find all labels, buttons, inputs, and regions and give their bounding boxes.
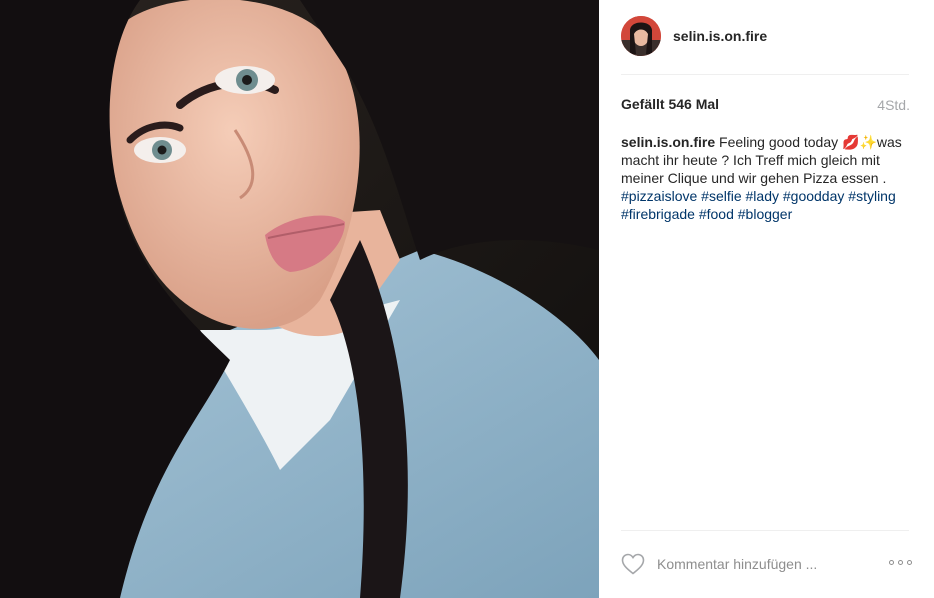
post-footer — [621, 548, 913, 580]
post-photo[interactable] — [0, 0, 599, 598]
hashtag-link[interactable]: #goodday — [783, 188, 845, 204]
hashtag-link[interactable]: #styling — [848, 188, 895, 204]
hashtag-link[interactable]: #pizzaislove — [621, 188, 697, 204]
more-dot — [907, 560, 912, 565]
hashtag-link[interactable]: #blogger — [738, 206, 793, 222]
likes-count[interactable]: Gefällt 546 Mal — [621, 96, 719, 112]
caption-username[interactable]: selin.is.on.fire — [621, 134, 715, 150]
more-options-icon[interactable] — [889, 560, 913, 568]
heart-outline-icon[interactable] — [621, 553, 645, 575]
more-dot — [889, 560, 894, 565]
avatar[interactable] — [621, 16, 661, 56]
avatar-image — [621, 16, 661, 56]
footer-divider — [621, 530, 909, 531]
hashtag-link[interactable]: #lady — [746, 188, 779, 204]
post-timestamp[interactable]: 4Std. — [877, 97, 910, 113]
hashtag-link[interactable]: #selfie — [701, 188, 741, 204]
selfie-illustration — [0, 0, 599, 598]
caption: selin.is.on.fire Feeling good today 💋✨wa… — [621, 133, 913, 223]
hashtag-link[interactable]: #firebrigade — [621, 206, 695, 222]
comment-input[interactable] — [657, 552, 867, 576]
post-header: selin.is.on.fire — [621, 14, 909, 75]
post-sidebar: selin.is.on.fire Gefällt 546 Mal 4Std. s… — [599, 0, 934, 598]
more-dot — [898, 560, 903, 565]
username-link[interactable]: selin.is.on.fire — [673, 28, 767, 44]
hashtag-link[interactable]: #food — [699, 206, 734, 222]
